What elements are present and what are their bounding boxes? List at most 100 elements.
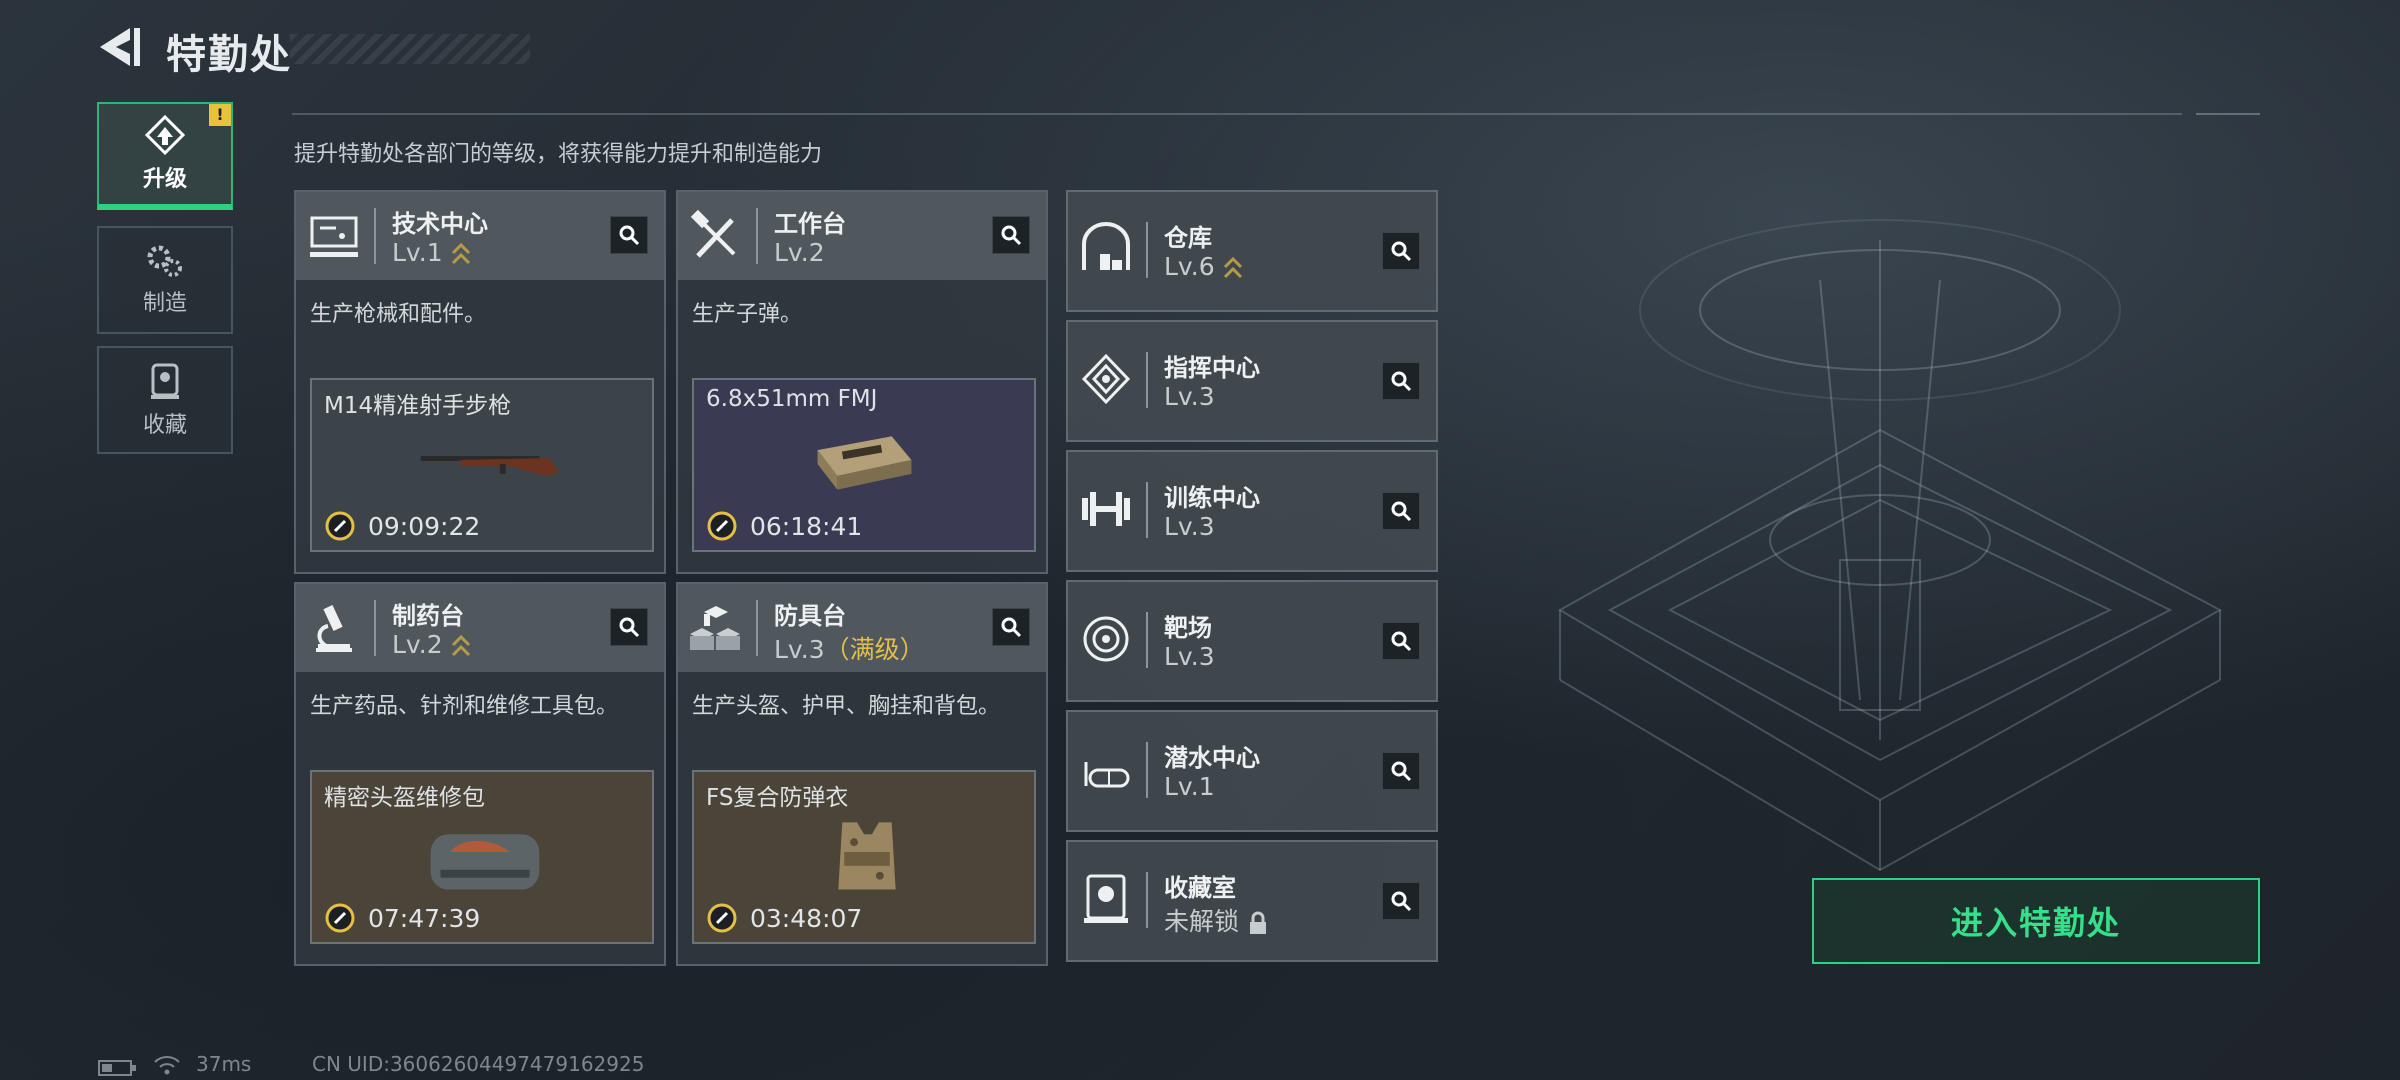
search-icon [619, 617, 640, 638]
page-subtitle: 提升特勤处各部门的等级，将获得能力提升和制造能力 [294, 142, 823, 167]
dept-card-diving-center[interactable]: 潜水中心 Lv.1 [1066, 710, 1438, 832]
goggles-icon [1084, 762, 1130, 788]
tools-icon [690, 210, 736, 258]
tab-label: 升级 [142, 167, 187, 192]
craft-item-name: M14精准射手步枪 [324, 393, 512, 419]
divider [292, 113, 2182, 115]
tab-craft[interactable]: 制造 [97, 226, 233, 334]
battery-icon [98, 1060, 136, 1076]
alert-badge: ! [209, 104, 231, 126]
search-icon [619, 225, 640, 246]
search-button[interactable] [1382, 622, 1420, 660]
title-decoration [290, 34, 530, 64]
dept-card-workbench[interactable]: 工作台 Lv.2 生产子弹。 6.8x51mm FMJ 06:18:41 [676, 190, 1048, 574]
enter-hq-button[interactable]: 进入特勤处 [1812, 878, 2260, 964]
craft-slot[interactable]: 精密头盔维修包 07:47:39 [310, 770, 654, 944]
rifle-icon [420, 456, 560, 476]
wifi-icon [154, 1056, 180, 1075]
search-button[interactable] [1382, 752, 1420, 790]
dept-level: 未解锁 [1164, 902, 1269, 938]
craft-item-name: 6.8x51mm FMJ [706, 386, 878, 412]
dept-card-armor-bench[interactable]: 防具台 Lv.3（满级） 生产头盔、护甲、胸挂和背包。 FS复合防弹衣 03:4… [676, 582, 1048, 966]
dept-level: Lv.2 [392, 630, 471, 659]
craft-timer: 09:09:22 [324, 510, 480, 542]
dept-level: Lv.3 [1164, 642, 1215, 671]
command-icon [1081, 353, 1131, 405]
dept-card-command-center[interactable]: 指挥中心 Lv.3 [1066, 320, 1438, 442]
dept-name: 靶场 [1164, 614, 1212, 642]
dept-level: Lv.1 [1164, 772, 1215, 801]
dumbbell-icon [1082, 492, 1130, 526]
tab-collection[interactable]: 收藏 [97, 346, 233, 454]
dept-name: 指挥中心 [1164, 354, 1260, 382]
wrench-timer-icon [707, 903, 737, 933]
dept-name: 训练中心 [1164, 484, 1260, 512]
dept-level: Lv.1 [392, 238, 471, 267]
search-icon [1391, 761, 1412, 782]
craft-slot[interactable]: FS复合防弹衣 03:48:07 [692, 770, 1036, 944]
search-button[interactable] [1382, 882, 1420, 920]
page-title: 特勤处 [166, 32, 292, 78]
dept-description: 生产药品、针剂和维修工具包。 [310, 694, 619, 719]
dept-card-pharmacy[interactable]: 制药台 Lv.2 生产药品、针剂和维修工具包。 精密头盔维修包 07:47:39 [294, 582, 666, 966]
dept-level: Lv.2 [774, 238, 825, 267]
tab-upgrade[interactable]: ! 升级 [97, 102, 233, 210]
dept-card-warehouse[interactable]: 仓库 Lv.6 [1066, 190, 1438, 312]
cubes-icon [690, 606, 740, 650]
search-button[interactable] [992, 216, 1030, 254]
max-level-label: （满级） [824, 635, 925, 664]
wrench-timer-icon [325, 511, 355, 541]
search-button[interactable] [1382, 362, 1420, 400]
dept-name: 技术中心 [392, 210, 488, 238]
upgrade-icon [144, 115, 186, 155]
upgrade-chevron-icon [1223, 256, 1242, 279]
search-icon [1391, 241, 1412, 262]
dept-card-tech-center[interactable]: 技术中心 Lv.1 生产枪械和配件。 M14精准射手步枪 09:09:22 [294, 190, 666, 574]
dept-name: 制药台 [392, 602, 464, 630]
dept-card-shooting-range[interactable]: 靶场 Lv.3 [1066, 580, 1438, 702]
headquarters-wireframe-art [1558, 219, 2223, 872]
search-icon [1391, 631, 1412, 652]
dept-name: 仓库 [1164, 224, 1212, 252]
dept-description: 生产枪械和配件。 [310, 302, 487, 327]
wrench-timer-icon [707, 511, 737, 541]
search-icon [1001, 617, 1022, 638]
search-button[interactable] [610, 216, 648, 254]
ammo-box-icon [817, 436, 912, 490]
craft-slot[interactable]: M14精准射手步枪 09:09:22 [310, 378, 654, 552]
search-button[interactable] [610, 608, 648, 646]
tab-label: 收藏 [142, 413, 187, 438]
craft-item-name: FS复合防弹衣 [706, 785, 849, 811]
search-button[interactable] [1382, 232, 1420, 270]
craft-timer: 07:47:39 [324, 902, 480, 934]
search-icon [1391, 501, 1412, 522]
vest-icon [838, 822, 896, 890]
dept-name: 工作台 [774, 210, 846, 238]
back-arrow-icon[interactable] [96, 24, 142, 70]
dept-card-collection-room[interactable]: 收藏室 未解锁 [1066, 840, 1438, 962]
repair-bag-icon [430, 834, 540, 890]
wrench-timer-icon [325, 903, 355, 933]
dept-level: Lv.3（满级） [774, 635, 925, 664]
craft-timer: 06:18:41 [706, 510, 862, 542]
dept-level: Lv.3 [1164, 512, 1215, 541]
ping-readout: 37ms [196, 1052, 252, 1076]
warehouse-icon [1082, 222, 1130, 270]
tab-label: 制造 [142, 291, 187, 316]
dept-name: 潜水中心 [1164, 744, 1260, 772]
lock-icon [1250, 911, 1267, 934]
upgrade-chevron-icon [451, 242, 470, 265]
target-icon [1083, 616, 1129, 662]
microscope-icon [316, 605, 352, 652]
craft-slot[interactable]: 6.8x51mm FMJ 06:18:41 [692, 378, 1036, 552]
dept-level: Lv.3 [1164, 382, 1215, 411]
dept-description: 生产头盔、护甲、胸挂和背包。 [692, 694, 1001, 719]
dept-card-training-center[interactable]: 训练中心 Lv.3 [1066, 450, 1438, 572]
computer-icon [310, 216, 358, 257]
search-button[interactable] [992, 608, 1030, 646]
search-button[interactable] [1382, 492, 1420, 530]
gears-icon [147, 245, 182, 277]
divider [2196, 113, 2260, 115]
upgrade-chevron-icon [451, 634, 470, 657]
collection-icon [151, 363, 179, 399]
